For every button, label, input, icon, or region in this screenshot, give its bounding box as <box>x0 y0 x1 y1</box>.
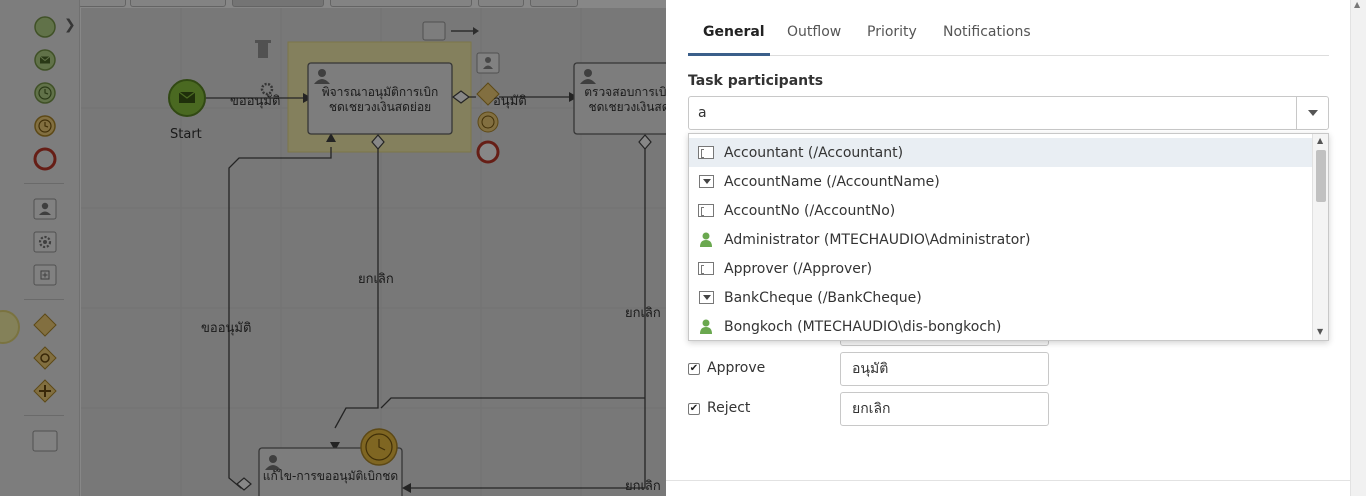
tab-outflow[interactable]: Outflow <box>772 14 856 56</box>
reject-value-input[interactable]: ยกเลิก <box>840 392 1049 426</box>
add-end-event-icon <box>476 140 500 164</box>
inclusive-gateway-icon[interactable] <box>32 346 58 370</box>
approve-value-input[interactable]: อนุมัติ <box>840 352 1049 386</box>
pool-icon[interactable] <box>32 429 58 453</box>
tab-notifications[interactable]: Notifications <box>928 14 1046 56</box>
task-approve-label: พิจารณาอนุมัติการเบิกชดเชยวงเงินสดย่อย <box>321 85 439 114</box>
result-row-approve: ✔ Approve อนุมัติ <box>688 352 1088 386</box>
participant-option[interactable]: Accountant (/Accountant) <box>689 138 1314 167</box>
user-icon <box>697 319 715 335</box>
participant-option[interactable]: Administrator (MTECHAUDIO\Administrator) <box>689 225 1314 254</box>
participant-option-label: Bongkoch (MTECHAUDIO\dis-bongkoch) <box>724 318 1002 335</box>
list-icon <box>697 290 715 306</box>
tab-general[interactable]: General <box>688 14 770 56</box>
participant-option[interactable]: AccountName (/AccountName) <box>689 167 1314 196</box>
caret-down-icon <box>1307 110 1318 116</box>
add-timer-icon <box>477 111 499 133</box>
flow-label-cancel-2: ยกเลิก <box>625 306 661 321</box>
trash-icon <box>258 42 268 58</box>
panel-scrollbar[interactable]: ▲ <box>1350 0 1366 496</box>
message-start-event-icon[interactable] <box>32 48 58 72</box>
approve-checkbox[interactable]: ✔ <box>688 363 700 375</box>
participant-dropdown: Accountant (/Accountant) AccountName (/Ac… <box>688 133 1329 341</box>
participant-option[interactable]: Approver (/Approver) <box>689 254 1314 283</box>
exclusive-gateway-icon[interactable] <box>32 313 58 337</box>
toolbar <box>0 0 666 8</box>
dropdown-scrollbar[interactable]: ▲ ▼ <box>1312 134 1328 340</box>
flow-label-request: ขออนุมัติ <box>230 94 281 109</box>
tab-priority[interactable]: Priority <box>852 14 932 56</box>
toolbar-button[interactable] <box>530 0 578 7</box>
flow-label-approve: อนุมัติ <box>493 94 527 109</box>
toolbar-button[interactable] <box>78 0 126 7</box>
task-edit-label: แก้ไข-การขออนุมัติเบิกชด <box>262 469 399 483</box>
variable-icon <box>697 261 715 277</box>
toolbar-button[interactable] <box>130 0 226 7</box>
scroll-down-icon: ▼ <box>1317 327 1324 336</box>
flow-label-cancel-3: ยกเลิก <box>625 479 661 494</box>
shape-palette: ❯ <box>0 0 80 496</box>
service-task-icon[interactable] <box>32 230 58 254</box>
add-annotation-icon <box>422 21 446 41</box>
result-row-reject: ✔ Reject ยกเลิก <box>688 392 1088 426</box>
start-event-label: Start <box>170 127 202 142</box>
participant-option-label: Approver (/Approver) <box>724 260 873 277</box>
user-icon <box>697 232 715 248</box>
panel-footer-divider <box>666 480 1350 481</box>
variable-icon <box>697 145 715 161</box>
task-verify-label: ตรวจสอบการเบิกชดเชยวงเงินสด <box>584 85 666 114</box>
variable-icon <box>697 203 715 219</box>
process-diagram <box>81 8 666 496</box>
user-task-icon[interactable] <box>32 197 58 221</box>
scroll-up-icon: ▲ <box>1317 136 1324 145</box>
toolbar-button[interactable] <box>232 0 324 7</box>
panel-tabs: General Outflow Priority Notifications <box>688 14 1329 56</box>
participant-option-label: AccountName (/AccountName) <box>724 173 940 190</box>
end-event-icon[interactable] <box>32 147 58 171</box>
toolbar-button[interactable] <box>478 0 524 7</box>
task-participants-label: Task participants <box>688 73 824 89</box>
flow-label-request-2: ขออนุมัติ <box>201 321 252 336</box>
reject-checkbox[interactable]: ✔ <box>688 403 700 415</box>
start-event-icon[interactable] <box>32 15 58 39</box>
parallel-gateway-icon[interactable] <box>32 379 58 403</box>
process-canvas[interactable]: Start พิจารณาอนุมัติการเบิกชดเชยวงเงินสด… <box>81 8 666 496</box>
task-participants-select[interactable] <box>688 96 1329 130</box>
scroll-up-icon: ▲ <box>1354 0 1361 9</box>
subprocess-icon[interactable] <box>32 263 58 287</box>
selection-indicator <box>0 310 20 344</box>
participant-option[interactable]: AccountNo (/AccountNo) <box>689 196 1314 225</box>
participant-option[interactable]: BankCheque (/BankCheque) <box>689 283 1314 312</box>
participant-option[interactable]: Bongkoch (MTECHAUDIO\dis-bongkoch) <box>689 312 1314 340</box>
reject-label: Reject <box>707 400 751 416</box>
properties-panel: General Outflow Priority Notifications T… <box>666 0 1366 496</box>
toolbar-button[interactable] <box>330 0 472 7</box>
scrollbar-thumb[interactable] <box>1316 150 1326 202</box>
timer-intermediate-event-icon[interactable] <box>32 114 58 138</box>
participant-option-label: Administrator (MTECHAUDIO\Administrator) <box>724 231 1031 248</box>
participant-option-label: AccountNo (/AccountNo) <box>724 202 896 219</box>
participant-search-input[interactable] <box>689 97 1297 129</box>
list-icon <box>697 174 715 190</box>
timer-start-event-icon[interactable] <box>32 81 58 105</box>
dropdown-toggle-button[interactable] <box>1296 97 1328 129</box>
flow-label-cancel: ยกเลิก <box>358 272 394 287</box>
chevron-right-icon[interactable]: ❯ <box>64 17 76 33</box>
approve-label: Approve <box>707 360 766 376</box>
participant-option-label: BankCheque (/BankCheque) <box>724 289 922 306</box>
participant-option-label: Accountant (/Accountant) <box>724 144 904 161</box>
